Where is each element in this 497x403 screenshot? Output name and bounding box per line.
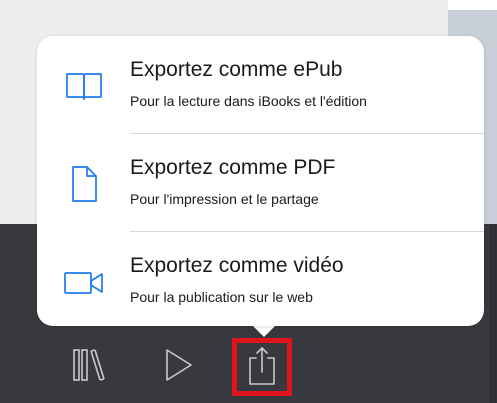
export-epub-item[interactable]: Exportez comme ePub Pour la lecture dans… bbox=[37, 36, 484, 133]
play-button[interactable] bbox=[156, 340, 200, 396]
library-icon bbox=[73, 349, 105, 381]
library-button[interactable] bbox=[66, 340, 110, 396]
book-icon bbox=[66, 73, 102, 100]
document-icon bbox=[72, 166, 97, 202]
export-video-subtitle: Pour la publication sur le web bbox=[130, 289, 313, 305]
export-pdf-title: Exportez comme PDF bbox=[130, 156, 336, 179]
play-icon bbox=[166, 349, 192, 381]
export-epub-title: Exportez comme ePub bbox=[130, 58, 343, 81]
export-pdf-item[interactable]: Exportez comme PDF Pour l'impression et … bbox=[37, 134, 484, 231]
screen: Exportez comme ePub Pour la lecture dans… bbox=[0, 0, 497, 403]
export-pdf-subtitle: Pour l'impression et le partage bbox=[130, 191, 319, 207]
video-camera-icon bbox=[64, 272, 103, 294]
toolbar-edge bbox=[489, 224, 497, 403]
share-button-highlight bbox=[232, 338, 292, 396]
export-video-title: Exportez comme vidéo bbox=[130, 254, 344, 277]
export-video-item[interactable]: Exportez comme vidéo Pour la publication… bbox=[37, 232, 484, 329]
export-epub-subtitle: Pour la lecture dans iBooks et l'édition bbox=[130, 93, 367, 109]
export-popover: Exportez comme ePub Pour la lecture dans… bbox=[37, 36, 484, 326]
